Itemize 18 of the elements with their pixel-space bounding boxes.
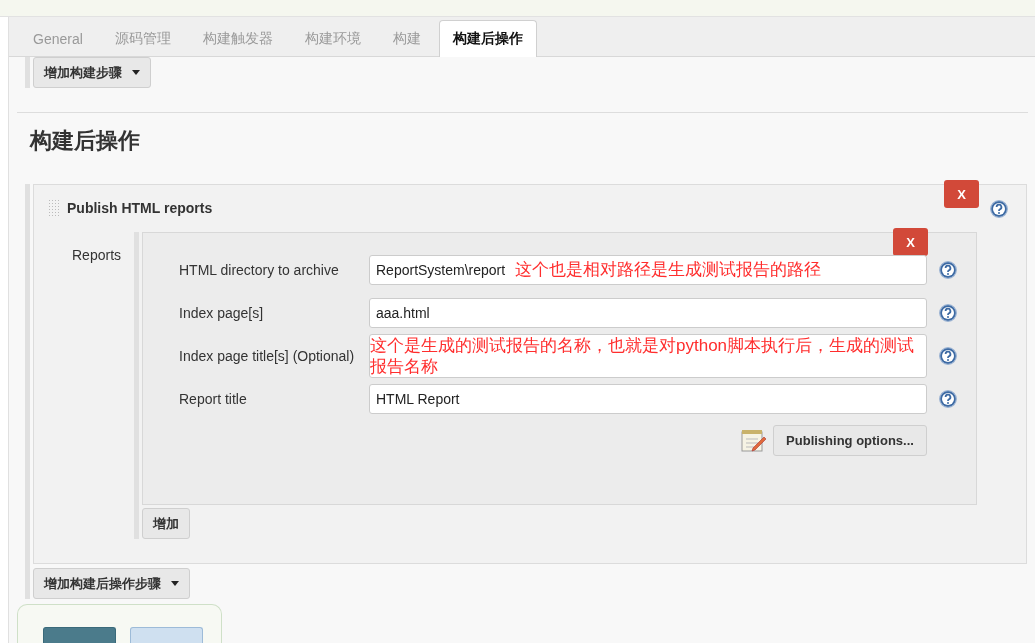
publishing-options-button[interactable]: Publishing options... <box>773 425 927 456</box>
add-build-step-button[interactable]: 增加构建步骤 <box>33 57 151 88</box>
field-label: Report title <box>178 391 248 407</box>
field-label: Index page[s] <box>178 305 265 321</box>
delete-button[interactable]: X <box>944 180 979 208</box>
field-label: HTML directory to archive <box>178 262 340 278</box>
text-field[interactable]: HTML Report <box>369 384 927 414</box>
publisher-title: Publish HTML reports <box>67 200 213 216</box>
add-post-build-step-button[interactable]: 增加构建后操作步骤 <box>33 568 190 599</box>
reports-label: Reports <box>71 246 123 265</box>
annotation-text: 这个也是相对路径是生成测试报告的路径 <box>515 259 821 281</box>
text-field[interactable]: aaa.html <box>369 298 927 328</box>
delete-button[interactable]: X <box>893 228 928 256</box>
field-label: Index page title[s] (Optional) <box>178 348 356 364</box>
tab[interactable]: 构建后操作 <box>438 20 537 57</box>
text-field[interactable]: 这个是生成的测试报告的名称，也就是对python脚本执行后，生成的测试报告名称 <box>369 334 927 378</box>
add-button[interactable]: 增加 <box>142 508 190 539</box>
section-title: 构建后操作 <box>30 127 141 155</box>
